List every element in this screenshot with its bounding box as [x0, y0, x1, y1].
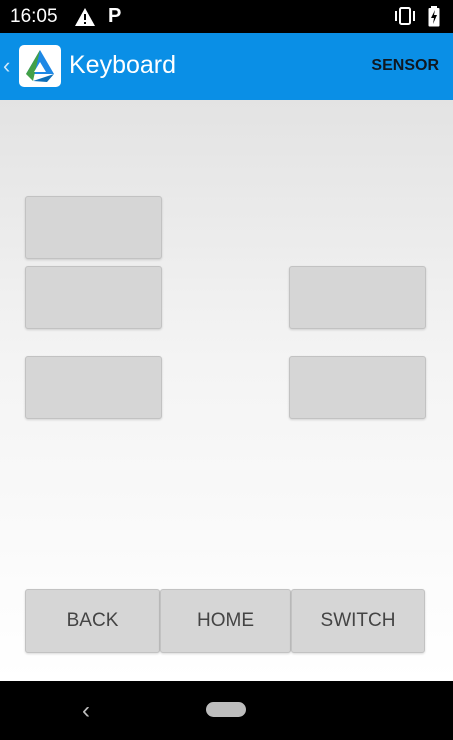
system-home-pill[interactable] — [206, 702, 246, 717]
back-chevron-icon[interactable]: ‹ — [3, 53, 10, 79]
vibrate-icon — [393, 7, 417, 30]
status-time: 16:05 — [10, 6, 58, 27]
app-logo-icon[interactable] — [19, 45, 61, 87]
back-button[interactable]: BACK — [25, 589, 160, 653]
keyboard-area: BACK HOME SWITCH — [0, 100, 453, 681]
status-bar: 16:05 P — [0, 0, 453, 33]
system-back-icon[interactable]: ‹ — [82, 697, 90, 725]
key-low-right[interactable] — [289, 356, 426, 419]
key-mid-right[interactable] — [289, 266, 426, 329]
warning-icon — [75, 8, 95, 31]
bottom-button-row: BACK HOME SWITCH — [25, 589, 425, 653]
sensor-button[interactable]: SENSOR — [371, 57, 439, 75]
app-bar: ‹ Keyboard SENSOR — [0, 33, 453, 100]
parking-icon: P — [108, 5, 122, 27]
key-mid-left[interactable] — [25, 266, 162, 329]
page-title: Keyboard — [69, 51, 177, 79]
battery-charging-icon — [428, 6, 440, 32]
key-up-left[interactable] — [25, 196, 162, 259]
system-nav-bar: ‹ — [0, 681, 453, 740]
key-low-left[interactable] — [25, 356, 162, 419]
home-button[interactable]: HOME — [160, 589, 291, 653]
switch-button[interactable]: SWITCH — [291, 589, 425, 653]
